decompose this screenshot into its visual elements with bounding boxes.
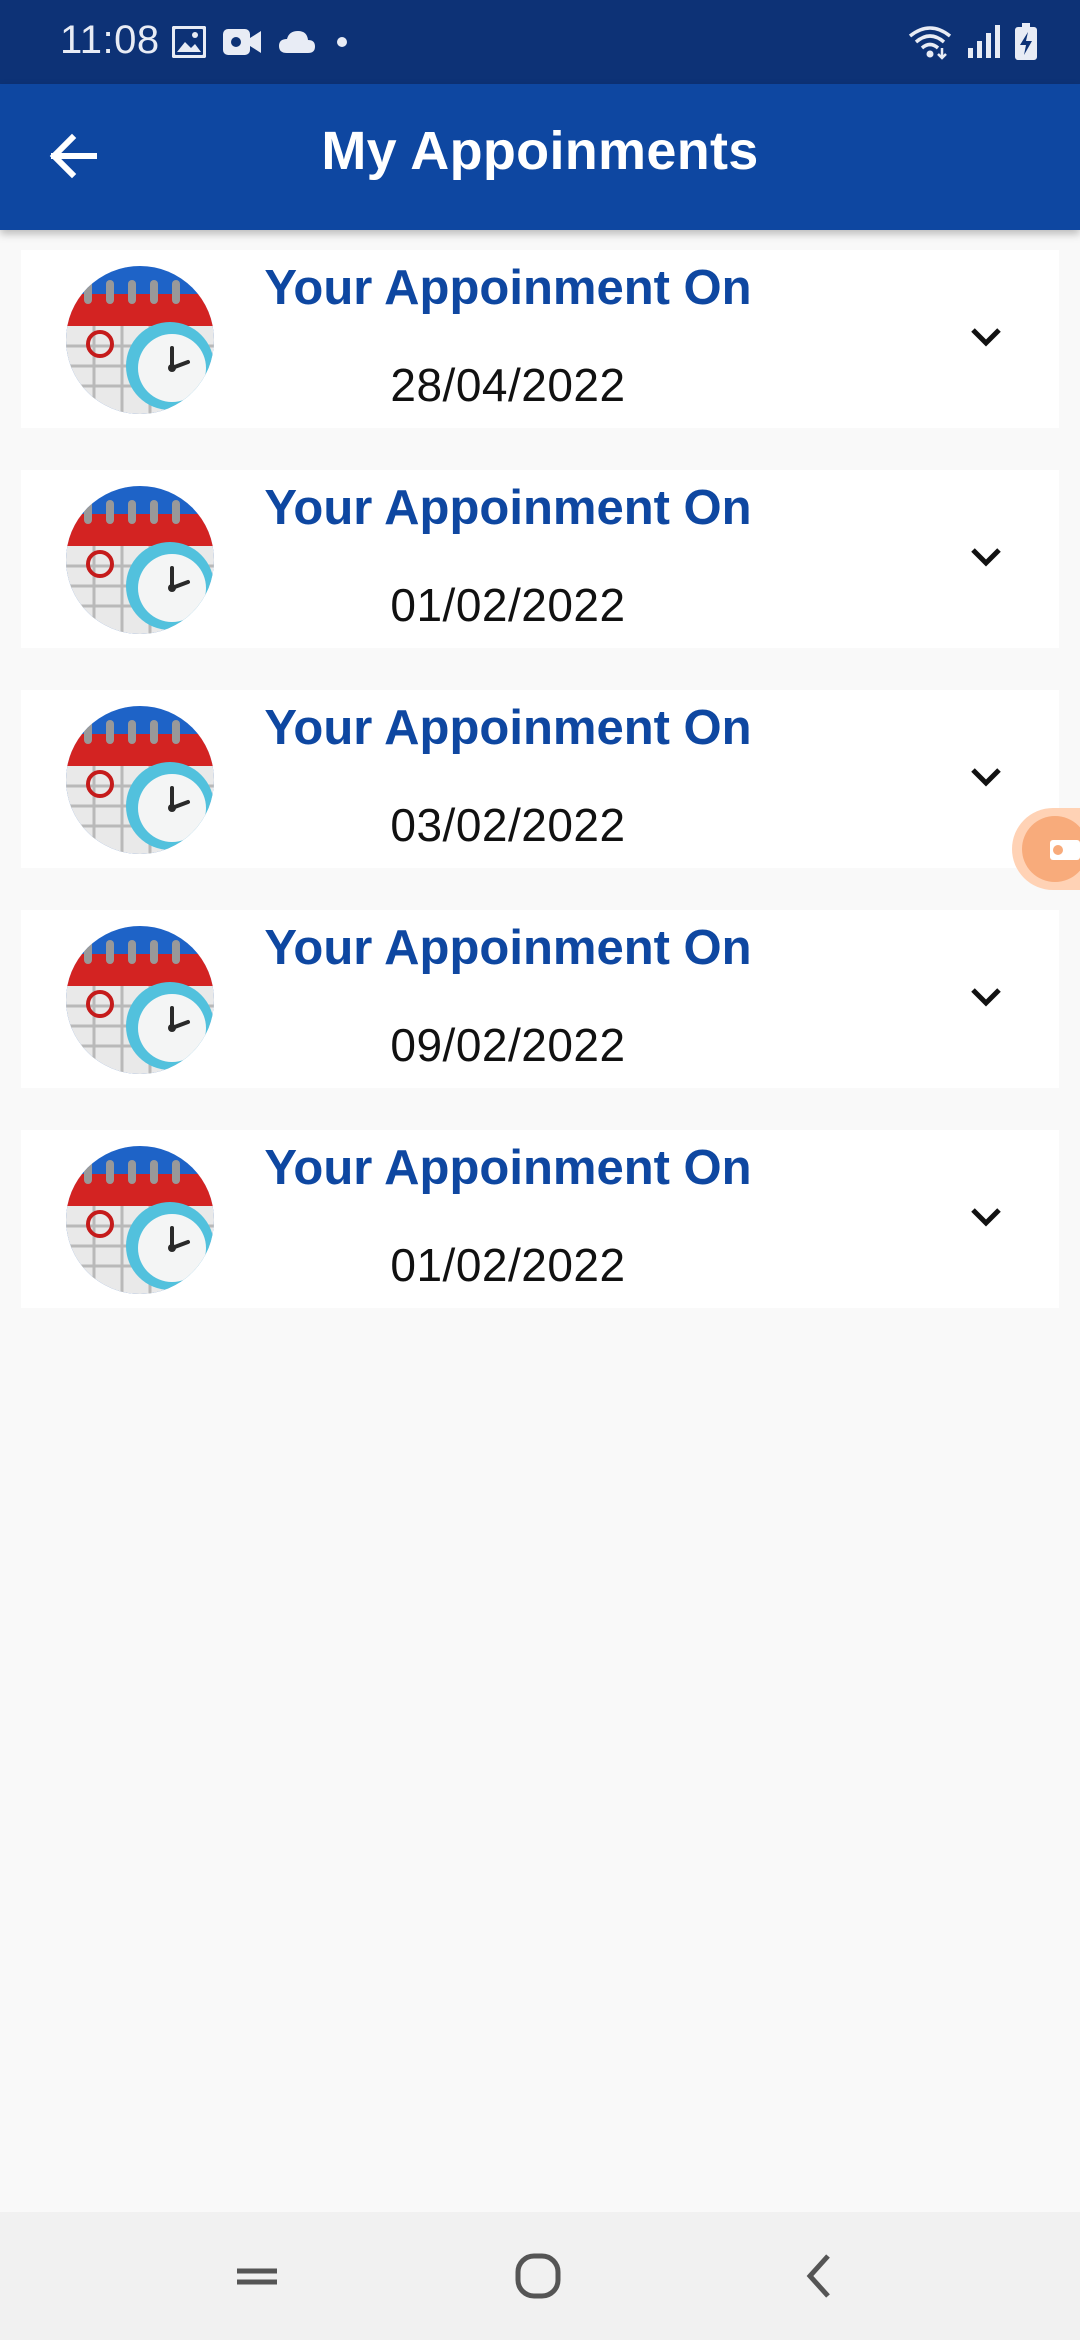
appointment-heading: Your Appoinment On: [264, 701, 752, 755]
appointment-heading: Your Appoinment On: [264, 481, 752, 535]
wifi-icon: [908, 26, 952, 60]
appointment-card[interactable]: Your Appoinment On 28/04/2022: [21, 250, 1059, 428]
video-camera-icon: [223, 29, 261, 55]
appointment-card[interactable]: Your Appoinment On 01/02/2022: [21, 1130, 1059, 1308]
appointment-heading: Your Appoinment On: [264, 1141, 752, 1195]
appointment-date: 01/02/2022: [390, 1239, 626, 1291]
home-button[interactable]: [504, 2242, 572, 2310]
dot-icon: [337, 37, 347, 47]
recent-apps-icon: [237, 2268, 277, 2285]
video-camera-icon: [1022, 816, 1080, 882]
chevron-down-icon[interactable]: [961, 1192, 1011, 1242]
page-title: My Appoinments: [321, 121, 759, 181]
appointment-card[interactable]: Your Appoinment On 01/02/2022: [21, 470, 1059, 648]
appointment-date: 01/02/2022: [390, 579, 626, 631]
chevron-down-icon[interactable]: [961, 752, 1011, 802]
cloud-icon: [279, 31, 315, 53]
system-back-button[interactable]: [786, 2242, 854, 2310]
app-bar: My Appoinments: [0, 84, 1080, 230]
calendar-clock-icon: [66, 926, 214, 1074]
battery-charging-icon: [1015, 23, 1037, 60]
floating-video-button[interactable]: [1012, 808, 1080, 890]
appointment-card[interactable]: Your Appoinment On 03/02/2022: [21, 690, 1059, 868]
calendar-clock-icon: [66, 486, 214, 634]
appointment-date: 03/02/2022: [390, 799, 626, 851]
chevron-down-icon[interactable]: [961, 532, 1011, 582]
recent-apps-button[interactable]: [223, 2242, 291, 2310]
appointment-card[interactable]: Your Appoinment On 09/02/2022: [21, 910, 1059, 1088]
status-time: 11:08: [60, 18, 160, 62]
appointment-heading: Your Appoinment On: [264, 921, 752, 975]
image-icon: [172, 26, 206, 58]
calendar-clock-icon: [66, 706, 214, 854]
appointment-heading: Your Appoinment On: [264, 261, 752, 315]
home-icon: [515, 2253, 561, 2299]
appointment-date: 09/02/2022: [390, 1019, 626, 1071]
signal-icon: [968, 25, 1000, 58]
system-nav-bar: [0, 2212, 1080, 2340]
back-icon: [806, 2254, 830, 2298]
status-system-icons: [908, 20, 1038, 64]
status-bar: 11:08: [0, 0, 1080, 84]
status-notification-icons: [172, 22, 352, 62]
calendar-clock-icon: [66, 1146, 214, 1294]
appointment-list: Your Appoinment On 28/04/2022 Your Appoi…: [21, 250, 1059, 1350]
appointment-date: 28/04/2022: [390, 359, 626, 411]
chevron-down-icon[interactable]: [961, 972, 1011, 1022]
calendar-clock-icon: [66, 266, 214, 414]
chevron-down-icon[interactable]: [961, 312, 1011, 362]
